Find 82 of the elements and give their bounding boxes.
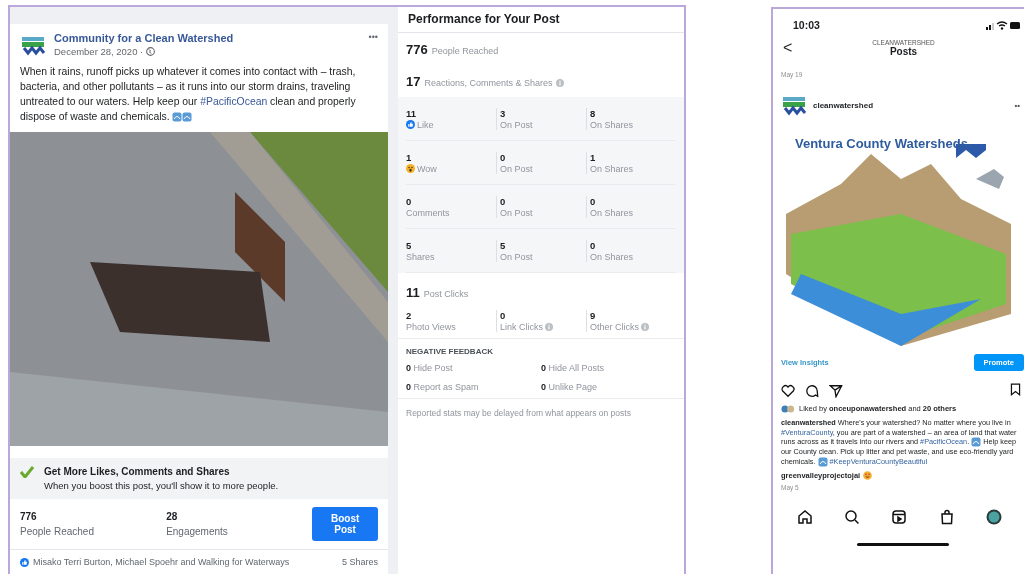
emoji-icon (172, 112, 183, 123)
home-icon[interactable] (796, 508, 813, 525)
emoji-icon (971, 437, 982, 448)
section-heading: NEGATIVE FEEDBACK (406, 347, 494, 356)
metric-value: 11 (406, 107, 418, 119)
like-icon (20, 557, 29, 567)
emoji-icon (182, 112, 193, 123)
metric-value: 5 (500, 239, 507, 251)
heart-icon[interactable] (781, 383, 795, 398)
clock-time: 10:03 (793, 19, 820, 31)
globe-icon (146, 47, 156, 56)
metric-value: 11 (406, 285, 420, 300)
metric-value: 8 (590, 107, 597, 119)
feedback-metric: 0 Hide All Posts (541, 363, 606, 373)
metric-value: 17 (406, 74, 421, 89)
metric-label: Comments (406, 207, 450, 218)
post-date[interactable]: December 28, 2020 · (54, 46, 144, 57)
metric-value: 0 (406, 195, 413, 207)
metric-label: Wow (417, 163, 437, 174)
stat-value: 28 (166, 511, 179, 522)
metric-label: On Shares (590, 251, 634, 262)
metric-value: 2 (406, 310, 413, 321)
feedback-metric: 0 Hide Post (406, 363, 454, 373)
page-name[interactable]: Community for a Clean Watershed (54, 32, 234, 44)
metric-value: 0 (500, 151, 507, 163)
feedback-metric: 0 Report as Spam (406, 382, 480, 392)
post-text: When it rains, runoff picks up whatever it comes into contact with – trash, bacteria, and other pollutants – as it runs into our storm drains, traveling untreated to our waters. Help keep our #PacificOcean clean and properly dispose of waste and chemicals. (19, 65, 357, 125)
reactions-names[interactable]: Misako Terri Burton, Michael Spoehr and Walking for Waterways (33, 557, 290, 567)
bookmark-icon[interactable] (1009, 383, 1022, 396)
metric-label: Post Clicks (423, 289, 469, 299)
comment-icon[interactable] (805, 383, 819, 398)
promo-text: When you boost this post, you'll show it to more people. (44, 480, 279, 491)
stat-value: 776 (20, 511, 38, 522)
metric-value: 0 (500, 195, 507, 207)
shares-count[interactable]: 5 Shares (341, 557, 378, 567)
metric-value: 5 (406, 239, 413, 251)
metric-value: 0 (590, 195, 597, 207)
screen-title: Posts (888, 46, 919, 57)
wow-emoji-icon (406, 164, 415, 173)
metric-label: On Post (500, 119, 533, 130)
promo-title: Get More Likes, Comments and Shares (44, 466, 231, 477)
avatar-icon[interactable] (986, 508, 1003, 525)
like-icon (406, 120, 415, 129)
metric-value: 0 (590, 239, 597, 251)
stat-label: Engagements (166, 526, 229, 537)
search-icon[interactable] (844, 508, 861, 525)
back-button[interactable]: < (783, 39, 803, 57)
metric-value: 1 (590, 151, 597, 163)
feedback-metric: 0 Unlike Page (541, 382, 599, 392)
stats-note: Reported stats may be delayed from what appears on posts (405, 407, 632, 420)
metric-label: Like (417, 119, 434, 130)
metric-label: Link Clicks (500, 322, 543, 332)
username[interactable]: cleanwatershed (813, 100, 874, 110)
avatars-icon (781, 404, 795, 413)
boost-post-button[interactable]: Boost Post (312, 507, 378, 541)
metric-label: On Shares (590, 119, 634, 130)
metric-label: Reactions, Comments & Shares (424, 78, 553, 88)
metric-label: On Post (500, 251, 533, 262)
panel-title: Performance for Your Post (398, 7, 684, 33)
metric-value: 0 (500, 310, 507, 321)
metric-label: On Post (500, 163, 533, 174)
metric-label: Photo Views (406, 322, 456, 332)
metric-value: 9 (590, 310, 597, 321)
emoji-icon (817, 456, 828, 467)
metric-label: People Reached (431, 46, 499, 56)
checkmark-icon (20, 466, 34, 478)
more-menu[interactable]: •• (1014, 100, 1024, 110)
send-icon[interactable] (829, 383, 843, 398)
stat-label: People Reached (20, 526, 95, 537)
shopping-bag-icon[interactable] (938, 508, 955, 525)
video-icon[interactable] (891, 508, 908, 525)
metric-label: On Post (500, 207, 533, 218)
metric-value: 776 (406, 42, 428, 57)
metric-value: 1 (406, 151, 413, 163)
status-icons-drawing (986, 20, 1020, 30)
more-menu[interactable]: ••• (368, 32, 378, 42)
metric-label: On Shares (590, 207, 634, 218)
metric-label: Other Clicks (590, 322, 639, 332)
metric-value: 3 (500, 107, 507, 119)
smiley-icon (863, 470, 873, 480)
metric-label: Shares (406, 251, 435, 262)
metric-label: On Shares (590, 163, 634, 174)
